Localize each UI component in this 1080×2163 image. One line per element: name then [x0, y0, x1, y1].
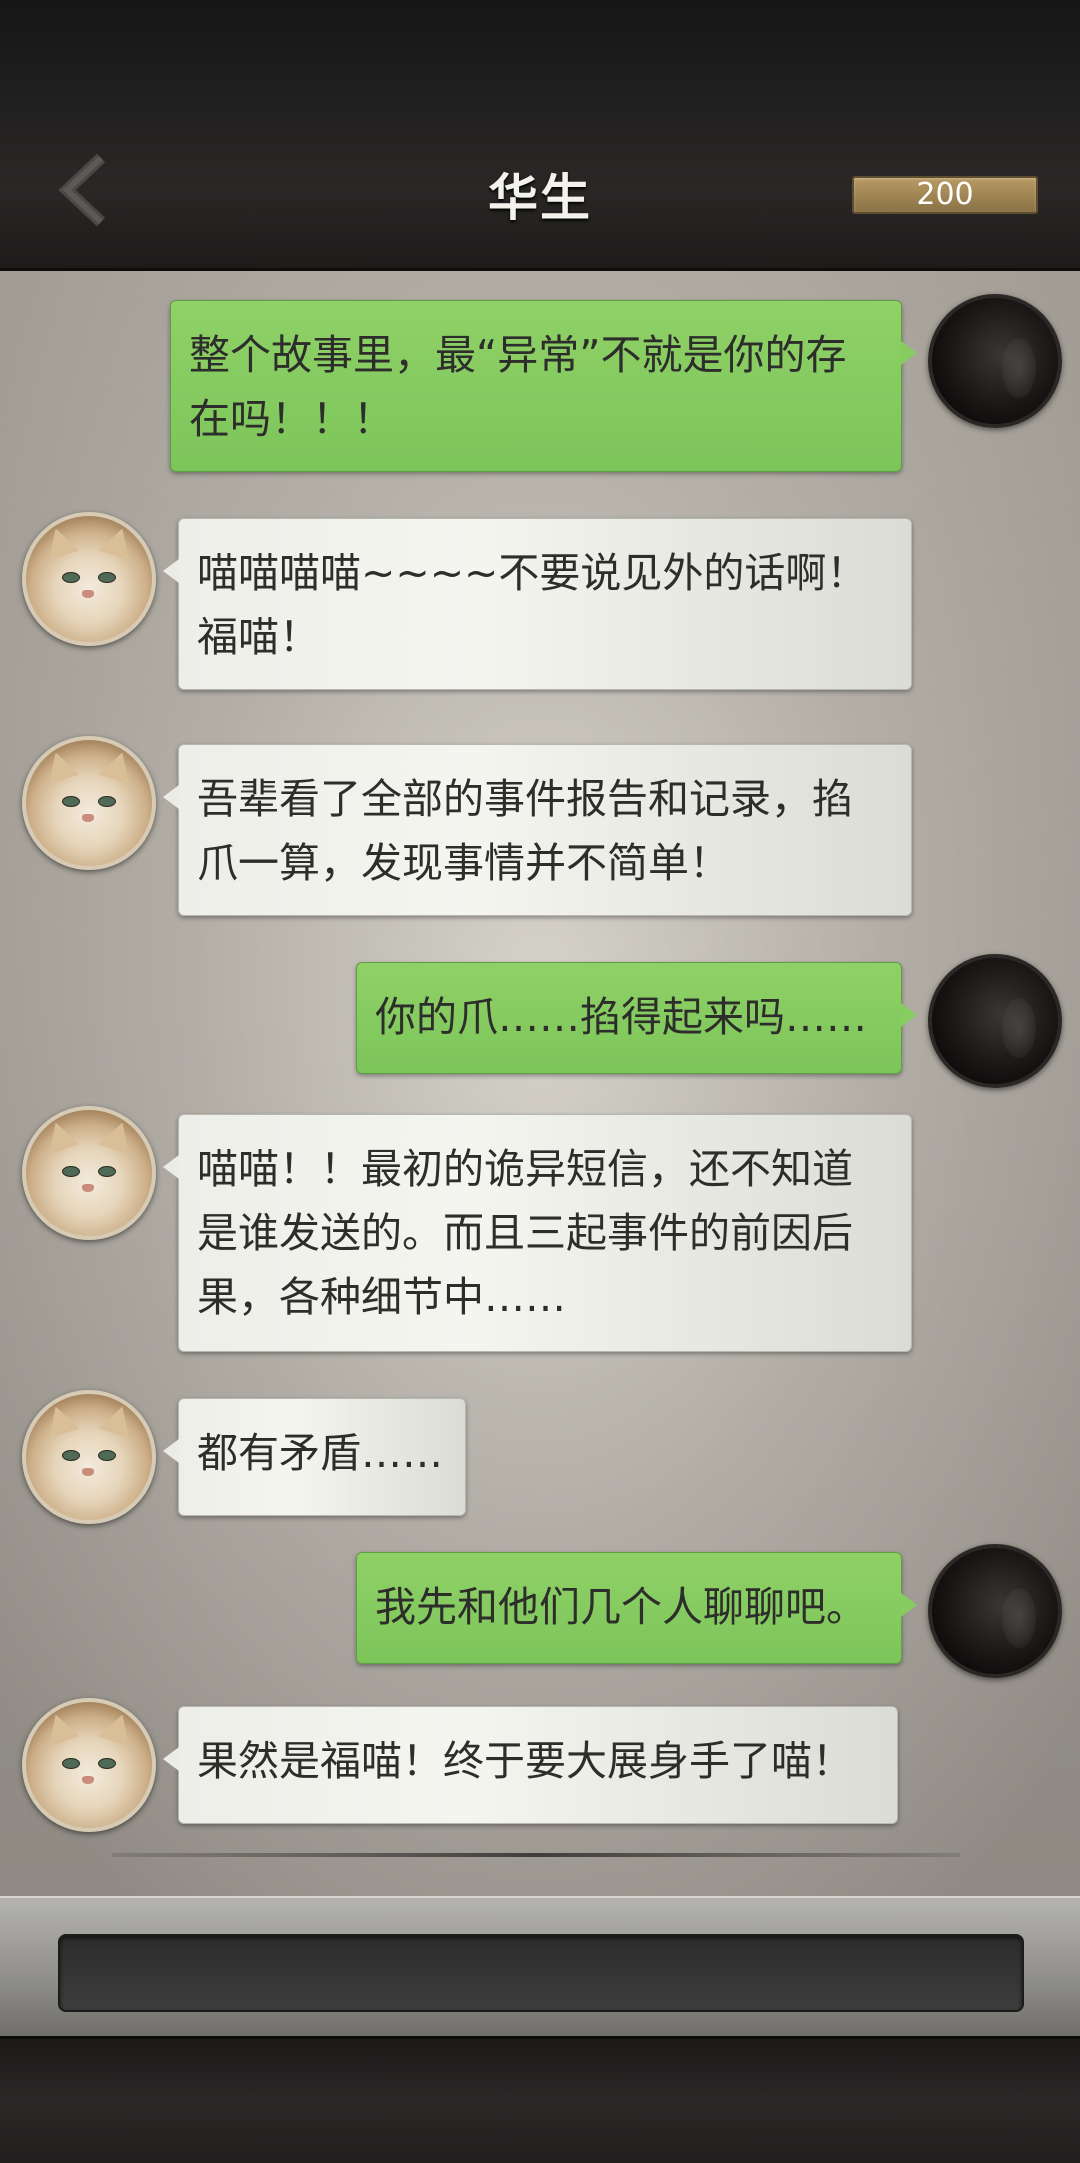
footer-bar [0, 2036, 1080, 2163]
input-panel [0, 1896, 1080, 2038]
message-bubble-received: 吾辈看了全部的事件报告和记录，掐爪一算，发现事情并不简单！ [163, 744, 912, 916]
message-bubble-received: 都有矛盾…… [163, 1398, 466, 1516]
cat-avatar[interactable] [22, 1698, 156, 1832]
message-bubble-received: 喵喵喵喵~~~~不要说见外的话啊！福喵！ [163, 518, 912, 690]
coin-counter: 200 [852, 176, 1038, 214]
cat-avatar[interactable] [22, 512, 156, 646]
player-avatar[interactable] [928, 1544, 1062, 1678]
cat-avatar[interactable] [22, 1106, 156, 1240]
divider [112, 1853, 960, 1857]
chat-area[interactable]: 整个故事里，最“异常”不就是你的存在吗！！！ 喵喵喵喵~~~~不要说见外的话啊！… [0, 268, 1080, 1896]
cat-avatar[interactable] [22, 1390, 156, 1524]
player-avatar[interactable] [928, 954, 1062, 1088]
cat-avatar[interactable] [22, 736, 156, 870]
message-bubble-sent: 你的爪……掐得起来吗…… [356, 962, 917, 1074]
message-bubble-sent: 整个故事里，最“异常”不就是你的存在吗！！！ [170, 300, 917, 472]
message-input[interactable] [58, 1934, 1024, 2012]
player-avatar[interactable] [928, 294, 1062, 428]
message-bubble-received: 果然是福喵！终于要大展身手了喵！ [163, 1706, 898, 1824]
message-bubble-received: 喵喵！！最初的诡异短信，还不知道是谁发送的。而且三起事件的前因后果，各种细节中…… [163, 1114, 912, 1352]
message-bubble-sent: 我先和他们几个人聊聊吧。 [356, 1552, 917, 1664]
header-bar: 华生 200 [0, 0, 1080, 271]
